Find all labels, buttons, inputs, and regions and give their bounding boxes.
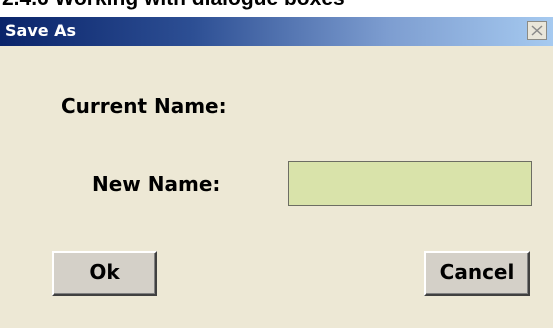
- dialog-titlebar[interactable]: Save As: [0, 17, 553, 46]
- ok-button[interactable]: Ok: [52, 251, 157, 296]
- close-button[interactable]: [527, 21, 547, 40]
- dialog-title: Save As: [5, 21, 77, 40]
- page: 2.4.6 Working with dialogue boxes Save A…: [0, 0, 555, 328]
- close-icon: [531, 25, 543, 36]
- section-caption: 2.4.6 Working with dialogue boxes: [2, 0, 345, 11]
- cancel-button[interactable]: Cancel: [424, 251, 530, 296]
- current-name-label: Current Name:: [61, 94, 227, 118]
- new-name-input[interactable]: [288, 161, 532, 206]
- new-name-label: New Name:: [92, 172, 221, 196]
- save-as-dialog: Save As Current Name: New Name: Ok Cance…: [0, 17, 555, 328]
